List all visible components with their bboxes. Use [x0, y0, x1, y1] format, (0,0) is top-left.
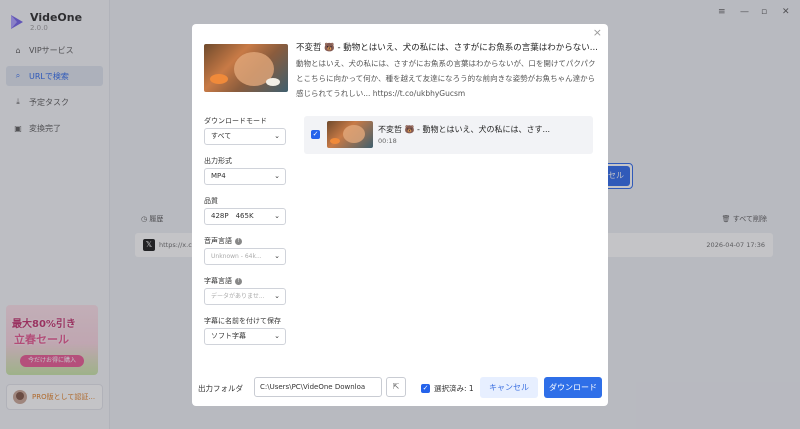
download-button[interactable]: ダウンロード	[544, 377, 602, 398]
info-icon[interactable]: !	[235, 277, 242, 285]
subtitle-lang-label: 字幕言語!	[204, 276, 242, 286]
video-thumbnail	[204, 44, 288, 92]
item-thumbnail	[327, 121, 373, 148]
subtitle-lang-select[interactable]: データがありませ... ⌄	[204, 288, 286, 305]
select-all-checkbox[interactable]: ✓	[421, 384, 430, 393]
output-folder-input[interactable]: C:\Users\PC\VideOne Downloa	[254, 377, 382, 397]
download-mode-label: ダウンロードモード	[204, 117, 267, 125]
thumbnail-fish-shape	[210, 74, 228, 84]
quality-label: 品質	[204, 197, 218, 205]
video-title: 不変哲 🐻 - 動物とはいえ、犬の私には、さすがにお魚系の言葉はわからない...	[296, 43, 598, 53]
download-mode-select[interactable]: すべて ⌄	[204, 128, 286, 145]
download-dialog: × 不変哲 🐻 - 動物とはいえ、犬の私には、さすがにお魚系の言葉はわからない.…	[192, 24, 608, 406]
output-folder-label: 出力フォルダ	[198, 384, 243, 393]
chevron-down-icon: ⌄	[274, 172, 280, 180]
output-format-value: MP4	[211, 172, 226, 180]
chevron-down-icon: ⌄	[274, 332, 280, 340]
chevron-down-icon: ⌄	[274, 292, 280, 300]
video-description: 動物とはいえ、犬の私には、さすがにお魚系の言葉はわからないが、口を開けてパクパク…	[296, 59, 596, 98]
subtitle-lang-label-text: 字幕言語	[204, 277, 232, 285]
audio-lang-value: Unknown - 64k...	[211, 253, 262, 260]
subtitle-lang-value: データがありませ...	[211, 293, 265, 300]
item-title: 不変哲 🐻 - 動物とはいえ、犬の私には、さす...	[378, 125, 551, 134]
subtitle-save-label: 字幕に名前を付けて保存	[204, 317, 281, 325]
download-mode-value: すべて	[211, 132, 232, 140]
thumbnail-fish-shape	[330, 138, 340, 144]
cancel-button[interactable]: キャンセル	[480, 377, 538, 398]
selected-count: 選択済み: 1	[434, 384, 474, 393]
thumbnail-fish-shape	[266, 78, 280, 86]
close-icon[interactable]: ×	[593, 26, 602, 39]
chevron-down-icon: ⌄	[274, 252, 280, 260]
subtitle-save-select[interactable]: ソフト字幕 ⌄	[204, 328, 286, 345]
output-format-select[interactable]: MP4 ⌄	[204, 168, 286, 185]
chevron-down-icon: ⌄	[274, 212, 280, 220]
audio-lang-label-text: 音声言語	[204, 237, 232, 245]
quality-value: 428P 465K	[211, 212, 254, 220]
audio-lang-label: 音声言語!	[204, 236, 242, 246]
chevron-down-icon: ⌄	[274, 132, 280, 140]
item-checkbox[interactable]: ✓	[311, 130, 320, 139]
audio-lang-select[interactable]: Unknown - 64k... ⌄	[204, 248, 286, 265]
item-duration: 00:18	[378, 137, 397, 145]
output-format-label: 出力形式	[204, 157, 232, 165]
subtitle-save-value: ソフト字幕	[211, 332, 246, 340]
info-icon[interactable]: !	[235, 237, 242, 245]
quality-select[interactable]: 428P 465K ⌄	[204, 208, 286, 225]
thumbnail-dog-shape	[343, 125, 365, 143]
video-item[interactable]: ✓ 不変哲 🐻 - 動物とはいえ、犬の私には、さす... 00:18	[304, 116, 593, 154]
browse-folder-icon[interactable]: ⇱	[386, 377, 406, 397]
